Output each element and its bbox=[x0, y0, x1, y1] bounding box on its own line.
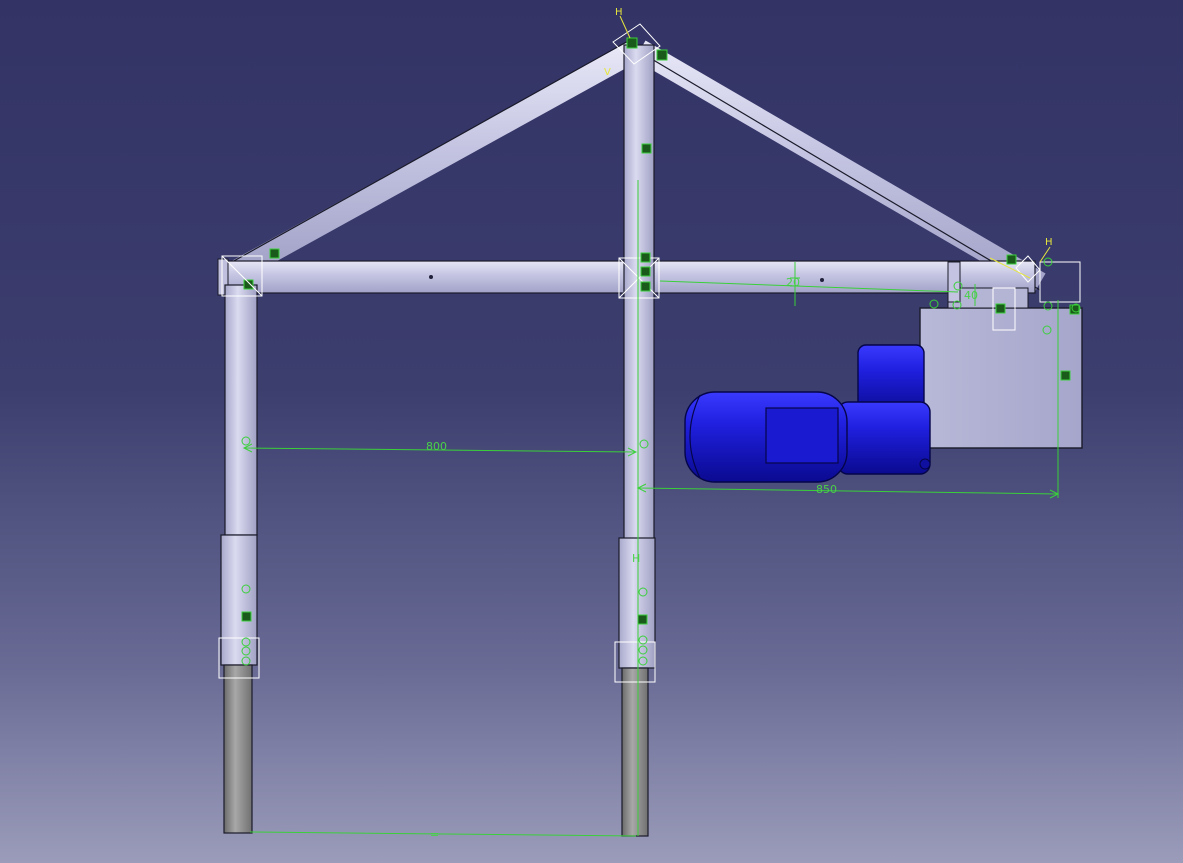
middle-post-upper[interactable] bbox=[623, 44, 655, 541]
apex-vertical-constraint[interactable]: V bbox=[604, 67, 611, 78]
dimension-800-label[interactable]: 800 bbox=[426, 440, 447, 453]
gearbox-bolt bbox=[919, 458, 931, 470]
dimension-850-label[interactable]: 850 bbox=[816, 483, 837, 496]
dimension-bottom-equal[interactable] bbox=[249, 831, 637, 837]
middle-post-foot[interactable] bbox=[621, 667, 649, 837]
apex-constraint-leader bbox=[619, 15, 631, 39]
beam-hole-left bbox=[429, 275, 433, 279]
left-leg-upper[interactable] bbox=[224, 284, 258, 536]
gearbox-lower[interactable] bbox=[837, 401, 931, 475]
left-leg-sleeve[interactable] bbox=[220, 534, 258, 666]
leg-horizontal-constraint[interactable]: H bbox=[632, 552, 640, 565]
left-rafter-outline bbox=[231, 39, 631, 263]
right-rafter-outline bbox=[649, 57, 1041, 291]
dimension-40-label[interactable]: 40 bbox=[964, 289, 978, 302]
dimension-equal-label[interactable]: = bbox=[430, 828, 439, 841]
apex-horizontal-constraint[interactable]: H bbox=[615, 7, 623, 18]
dimension-20-label[interactable]: 20 bbox=[786, 276, 800, 289]
beam-hole-right bbox=[820, 278, 824, 282]
left-leg-foot[interactable] bbox=[223, 664, 253, 834]
left-rafter-tube[interactable] bbox=[232, 40, 642, 280]
right-rafter-tube[interactable] bbox=[634, 40, 1046, 293]
motor-terminal-box bbox=[765, 407, 839, 464]
right-horizontal-constraint[interactable]: H bbox=[1045, 237, 1053, 248]
frame-assembly-scene[interactable]: 800 850 20 40 = H V H H bbox=[0, 0, 1183, 863]
catia-3d-viewport[interactable]: 800 850 20 40 = H V H H bbox=[0, 0, 1183, 863]
